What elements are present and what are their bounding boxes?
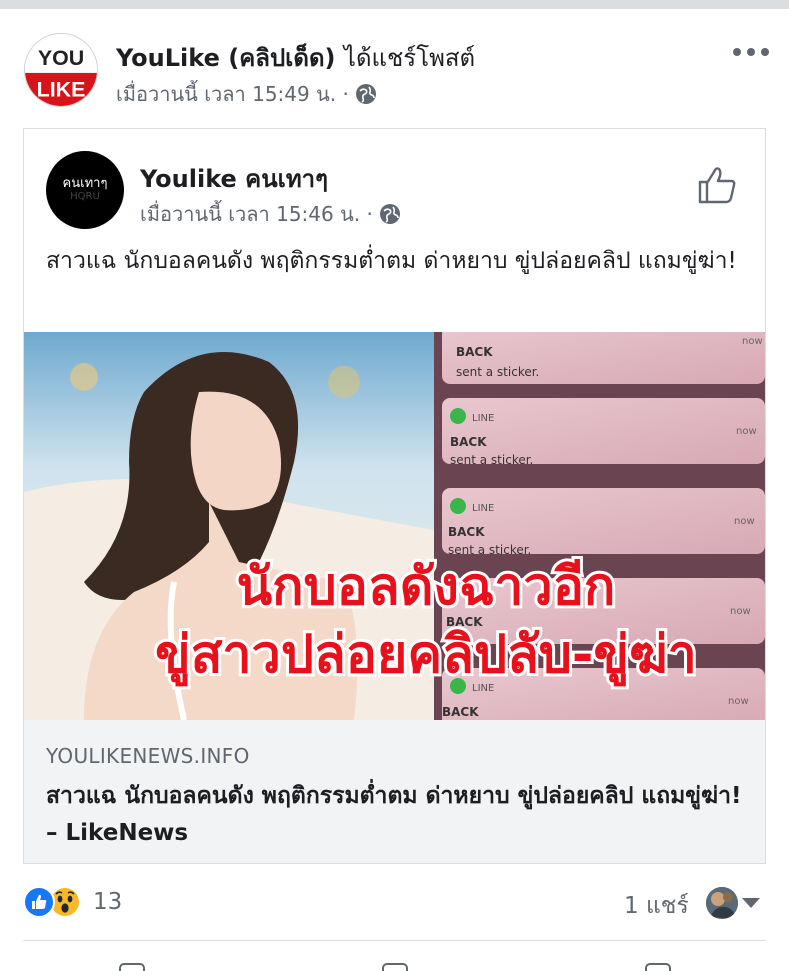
share-icon [644,963,671,971]
notification-app: LINE [472,503,494,514]
top-separator [0,0,789,9]
notification-message: sent a sticker. [448,543,531,557]
like-reaction-icon [23,886,55,918]
image-headline-2: ขู่สาวปล่อยคลิปลับ-ขู่ฆ่า [155,625,697,687]
globe-icon [379,204,400,224]
globe-icon [355,84,376,104]
post-image[interactable]: BACK sent a sticker. now LINE BACK sent … [24,332,765,720]
like-icon [118,963,145,971]
shared-page-avatar[interactable]: คนเทาๆ HQRU [46,151,124,229]
link-preview[interactable]: YOULIKENEWS.INFO สาวแฉ นักบอลคนดัง พฤติก… [24,720,765,863]
action-bar [0,955,789,971]
notification-time: now [742,336,763,347]
link-domain: YOULIKENEWS.INFO [46,744,250,768]
notification-sender: BACK [442,705,479,719]
notification-message: sent a sticker. [450,453,533,467]
image-headline-1: นักบอลดังฉาวอีก [237,557,616,617]
notification-time: now [728,696,749,707]
shared-avatar-subtext: HQRU [70,191,100,202]
notification-time: now [736,426,757,437]
audience-dropdown-icon[interactable] [742,898,760,908]
shared-page-name[interactable]: Youlike คนเทาๆ [140,159,328,198]
avatar-logo-top: YOU [38,46,84,70]
notification-sender: BACK [456,345,493,359]
notification-message: sent a sticker. [456,365,539,379]
notification-sender: BACK [448,525,485,539]
comment-icon [381,963,408,971]
notification-sender: BACK [450,435,487,449]
avatar-logo-bottom: LIKE [37,77,86,101]
more-options-icon[interactable] [733,40,769,64]
shared-post-timestamp[interactable]: เมื่อวานนี้ เวลา 15:46 น. · [140,198,373,230]
outer-post-title: YouLike (คลิปเด็ด) ได้แชร์โพสต์ [116,38,475,77]
notification-app: LINE [472,413,494,424]
share-count[interactable]: 1 แชร์ [624,888,689,924]
outer-post-timestamp[interactable]: เมื่อวานนี้ เวลา 15:49 น. · [116,78,349,110]
link-title: สาวแฉ นักบอลคนดัง พฤติกรรมต่ำตม ด่าหยาบ … [46,783,742,846]
outer-post-meta: เมื่อวานนี้ เวลา 15:49 น. · [116,78,377,110]
viewer-avatar[interactable] [706,887,738,919]
share-button[interactable] [644,955,671,971]
reaction-count: 13 [93,889,123,915]
comment-button[interactable] [381,955,408,971]
shared-action-text: ได้แชร์โพสต์ [343,44,476,72]
outer-page-name[interactable]: YouLike (คลิปเด็ด) [116,44,336,72]
shared-post-card: คนเทาๆ HQRU Youlike คนเทาๆ เมื่อวานนี้ เ… [23,128,766,864]
shared-post-text: สาวแฉ นักบอลคนดัง พฤติกรรมต่ำตม ด่าหยาบ … [46,248,737,274]
notification-time: now [734,516,755,527]
thumbs-up-outline-icon[interactable] [696,164,738,206]
like-button[interactable] [118,955,145,971]
shared-post-meta: เมื่อวานนี้ เวลา 15:46 น. · [140,198,401,230]
notification-time: now [730,606,751,617]
reactions-summary[interactable]: 13 [23,886,122,918]
page-avatar[interactable]: YOU LIKE [24,33,98,107]
shared-avatar-text: คนเทาๆ [62,176,108,191]
action-divider [23,940,766,941]
